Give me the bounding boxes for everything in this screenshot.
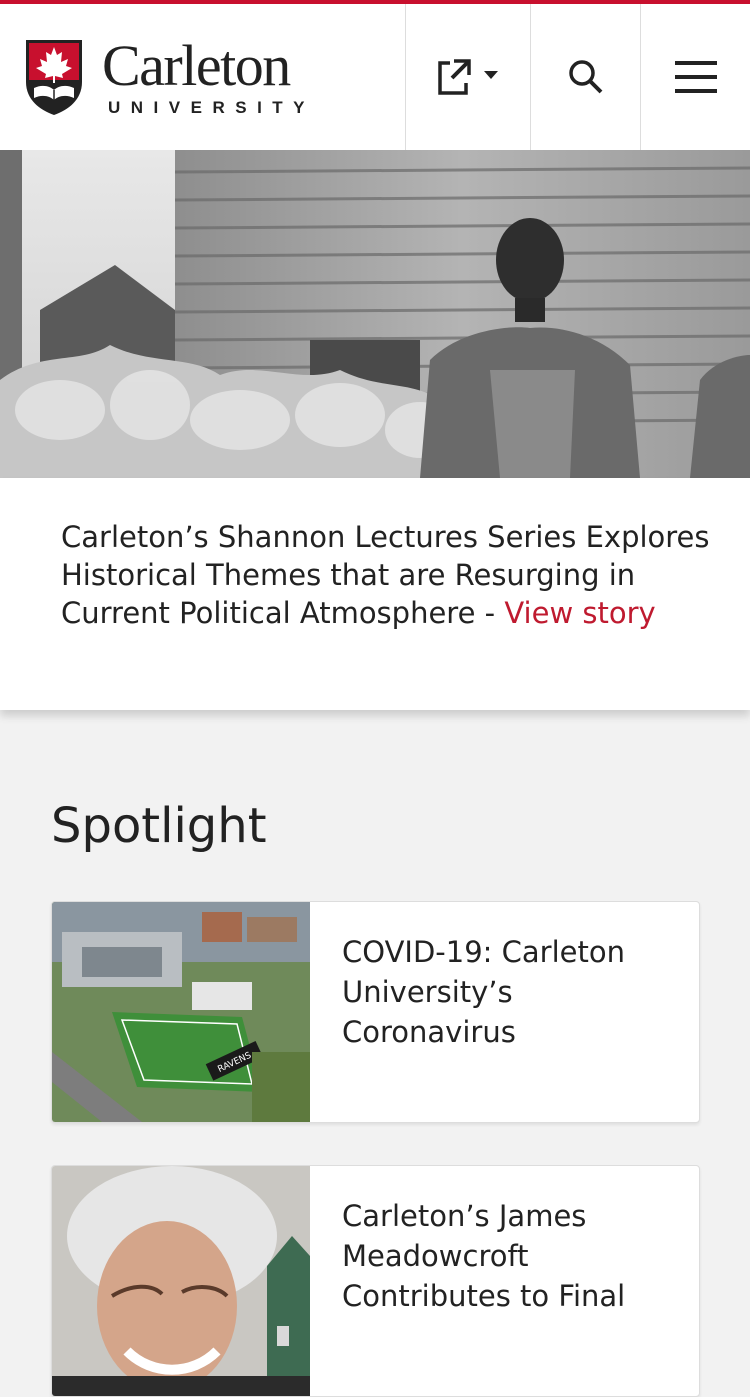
spotlight-card-image [52, 1166, 310, 1396]
view-story-link[interactable]: View story [504, 596, 655, 630]
brand-name: Carleton [102, 33, 291, 98]
spotlight-card[interactable]: Carleton’s James Meadowcroft Contributes… [51, 1165, 700, 1397]
spotlight-card-title: Carleton’s James Meadowcroft Contributes… [342, 1199, 626, 1313]
search-button[interactable] [530, 4, 641, 150]
shield-icon [26, 40, 82, 115]
carleton-logo[interactable]: Carleton UNIVERSITY [24, 34, 334, 122]
featured-story-card: Carleton’s Shannon Lectures Series Explo… [0, 478, 750, 710]
featured-story-text: Carleton’s Shannon Lectures Series Explo… [61, 518, 711, 632]
brand-subtitle: UNIVERSITY [108, 98, 316, 117]
share-menu-button[interactable] [405, 4, 531, 150]
spotlight-card-image: RAVENS [52, 902, 310, 1122]
spotlight-heading: Spotlight [51, 798, 267, 854]
menu-button[interactable] [640, 4, 750, 150]
hero-image[interactable] [0, 150, 750, 478]
site-header: Carleton UNIVERSITY [0, 4, 750, 151]
search-icon [569, 60, 603, 94]
spotlight-card-title: COVID-19: Carleton University’s Coronavi… [342, 935, 625, 1049]
spotlight-card[interactable]: RAVENS COVID-19: Carleton University’s C… [51, 901, 700, 1123]
story-separator: - [484, 596, 496, 630]
hamburger-menu-icon [675, 61, 717, 93]
external-share-icon [437, 59, 498, 95]
